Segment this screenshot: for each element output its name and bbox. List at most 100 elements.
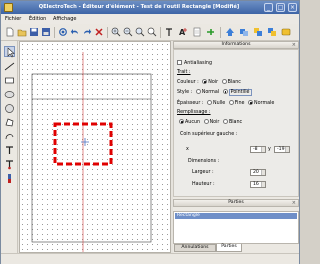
minimize-button[interactable]: _: [264, 3, 273, 12]
ellipse-tool-icon[interactable]: [4, 89, 15, 100]
menu-edition[interactable]: Édition: [29, 16, 46, 22]
list-item[interactable]: Rectangle: [175, 213, 297, 219]
redo-icon[interactable]: [82, 27, 92, 37]
zoom-out-icon[interactable]: [123, 27, 133, 37]
circle-tool-icon[interactable]: [4, 103, 15, 114]
couleur-label: Couleur :: [177, 80, 199, 85]
toolbar-separator: [107, 27, 108, 38]
delete-icon[interactable]: [94, 27, 104, 37]
informations-header[interactable]: Informations ×: [173, 41, 299, 49]
remplissage-aucun-label: Aucun: [185, 120, 201, 125]
remplissage-row: Aucun Noir Blanc: [177, 119, 242, 125]
informations-panel: Antialiasing Trait : Couleur : Noir Blan…: [173, 49, 299, 197]
move-up-icon[interactable]: [225, 27, 235, 37]
parties-title: Parties: [228, 200, 244, 205]
raise-icon[interactable]: [192, 27, 202, 37]
save-as-icon[interactable]: [41, 27, 51, 37]
reload-icon[interactable]: [58, 27, 68, 37]
status-bar: [1, 253, 299, 264]
x-label: x: [186, 147, 189, 152]
trait-label: Trait :: [177, 70, 191, 75]
epaisseur-row: Épaisseur : Nulle Fine Normale: [177, 100, 274, 106]
terminal-tool-icon[interactable]: [4, 159, 15, 170]
lower-icon[interactable]: [206, 27, 216, 37]
couleur-blanc-label: Blanc: [227, 80, 241, 85]
style-pointille-radio[interactable]: [222, 89, 228, 94]
style-label: Style :: [177, 90, 193, 95]
send-back-icon[interactable]: [253, 27, 263, 37]
largeur-label: Largeur :: [192, 170, 214, 175]
epaisseur-nulle-label: Nulle: [212, 101, 226, 106]
remplissage-noir-label: Noir: [209, 120, 220, 125]
epaisseur-label: Épaisseur :: [177, 101, 204, 106]
antialiasing-checkbox[interactable]: [177, 60, 182, 65]
style-pointille-label: Pointillé: [228, 89, 252, 96]
remplissage-noir-radio[interactable]: [203, 119, 209, 124]
couleur-row: Couleur : Noir Blanc: [177, 79, 241, 85]
close-button[interactable]: ×: [288, 3, 297, 12]
remplissage-blanc-radio[interactable]: [222, 119, 228, 124]
arc-tool-icon[interactable]: [4, 131, 15, 142]
app-icon: [4, 3, 13, 12]
text-tool-icon[interactable]: [4, 145, 15, 156]
new-icon[interactable]: [5, 27, 15, 37]
text-icon[interactable]: [164, 27, 174, 37]
style-row: Style : Normal Pointillé: [177, 89, 252, 96]
y-spinbox[interactable]: -19: [274, 146, 290, 153]
bring-front-icon[interactable]: [267, 27, 277, 37]
menu-bar: Fichier Édition Affichage: [1, 14, 299, 24]
epaisseur-normale-label: Normale: [254, 101, 275, 106]
textfield-tool-icon[interactable]: [4, 173, 15, 184]
largeur-spinbox[interactable]: 20: [250, 169, 266, 176]
undo-icon[interactable]: [70, 27, 80, 37]
toolbar-separator: [220, 27, 221, 38]
add-terminal-icon[interactable]: A: [178, 27, 188, 37]
epaisseur-fine-radio[interactable]: [228, 100, 234, 105]
rectangle-tool-icon[interactable]: [4, 75, 15, 86]
tab-annulations[interactable]: Annulations: [174, 244, 216, 252]
select-tool-icon[interactable]: [4, 46, 15, 58]
parties-header[interactable]: Parties ×: [173, 199, 299, 207]
menu-fichier[interactable]: Fichier: [5, 16, 21, 22]
line-tool-icon[interactable]: [4, 61, 15, 72]
save-icon[interactable]: [29, 27, 39, 37]
open-icon[interactable]: [17, 27, 27, 37]
style-normal-radio[interactable]: [195, 89, 201, 94]
epaisseur-nulle-radio[interactable]: [206, 100, 212, 105]
move-down-icon[interactable]: [239, 27, 249, 37]
toolbar-separator: [54, 27, 55, 38]
couleur-blanc-radio[interactable]: [221, 79, 227, 84]
hauteur-label: Hauteur :: [192, 182, 215, 187]
zoom-reset-icon[interactable]: [147, 27, 157, 37]
antialiasing-row: Antialiasing: [177, 60, 212, 66]
drawing-canvas[interactable]: [19, 41, 171, 253]
group-icon[interactable]: [281, 27, 291, 37]
tab-parties[interactable]: Parties: [216, 244, 242, 252]
epaisseur-normale-radio[interactable]: [248, 100, 254, 105]
zoom-fit-icon[interactable]: [135, 27, 145, 37]
style-normal-label: Normal: [201, 90, 220, 95]
remplissage-aucun-radio[interactable]: [179, 119, 184, 124]
side-dock: Informations × Antialiasing Trait : Coul…: [173, 41, 299, 253]
maximize-button[interactable]: □: [276, 3, 285, 12]
couleur-noir-radio[interactable]: [202, 79, 208, 84]
dimensions-label: Dimensions :: [188, 159, 220, 164]
menu-affichage[interactable]: Affichage: [53, 16, 77, 22]
app-window: QElectroTech - Éditeur d'élément - Test …: [0, 0, 300, 264]
remplissage-label: Remplissage :: [177, 110, 211, 115]
toolbar-separator: [160, 27, 161, 38]
hotspot-cross: [81, 138, 89, 146]
title-bar[interactable]: QElectroTech - Éditeur d'élément - Test …: [1, 1, 299, 14]
polygon-tool-icon[interactable]: [4, 117, 15, 128]
antialiasing-label: Antialiasing: [184, 61, 212, 66]
zoom-in-icon[interactable]: [111, 27, 121, 37]
tools-toolbar: [1, 41, 18, 253]
parties-list: Rectangle: [173, 211, 299, 244]
hauteur-spinbox[interactable]: 16: [250, 181, 266, 188]
x-spinbox[interactable]: -8: [250, 146, 266, 153]
close-icon[interactable]: ×: [292, 42, 296, 48]
close-icon[interactable]: ×: [292, 200, 296, 206]
window-title: QElectroTech - Éditeur d'élément - Test …: [38, 4, 240, 10]
epaisseur-fine-label: Fine: [234, 101, 245, 106]
canvas-drawing: [31, 52, 152, 252]
